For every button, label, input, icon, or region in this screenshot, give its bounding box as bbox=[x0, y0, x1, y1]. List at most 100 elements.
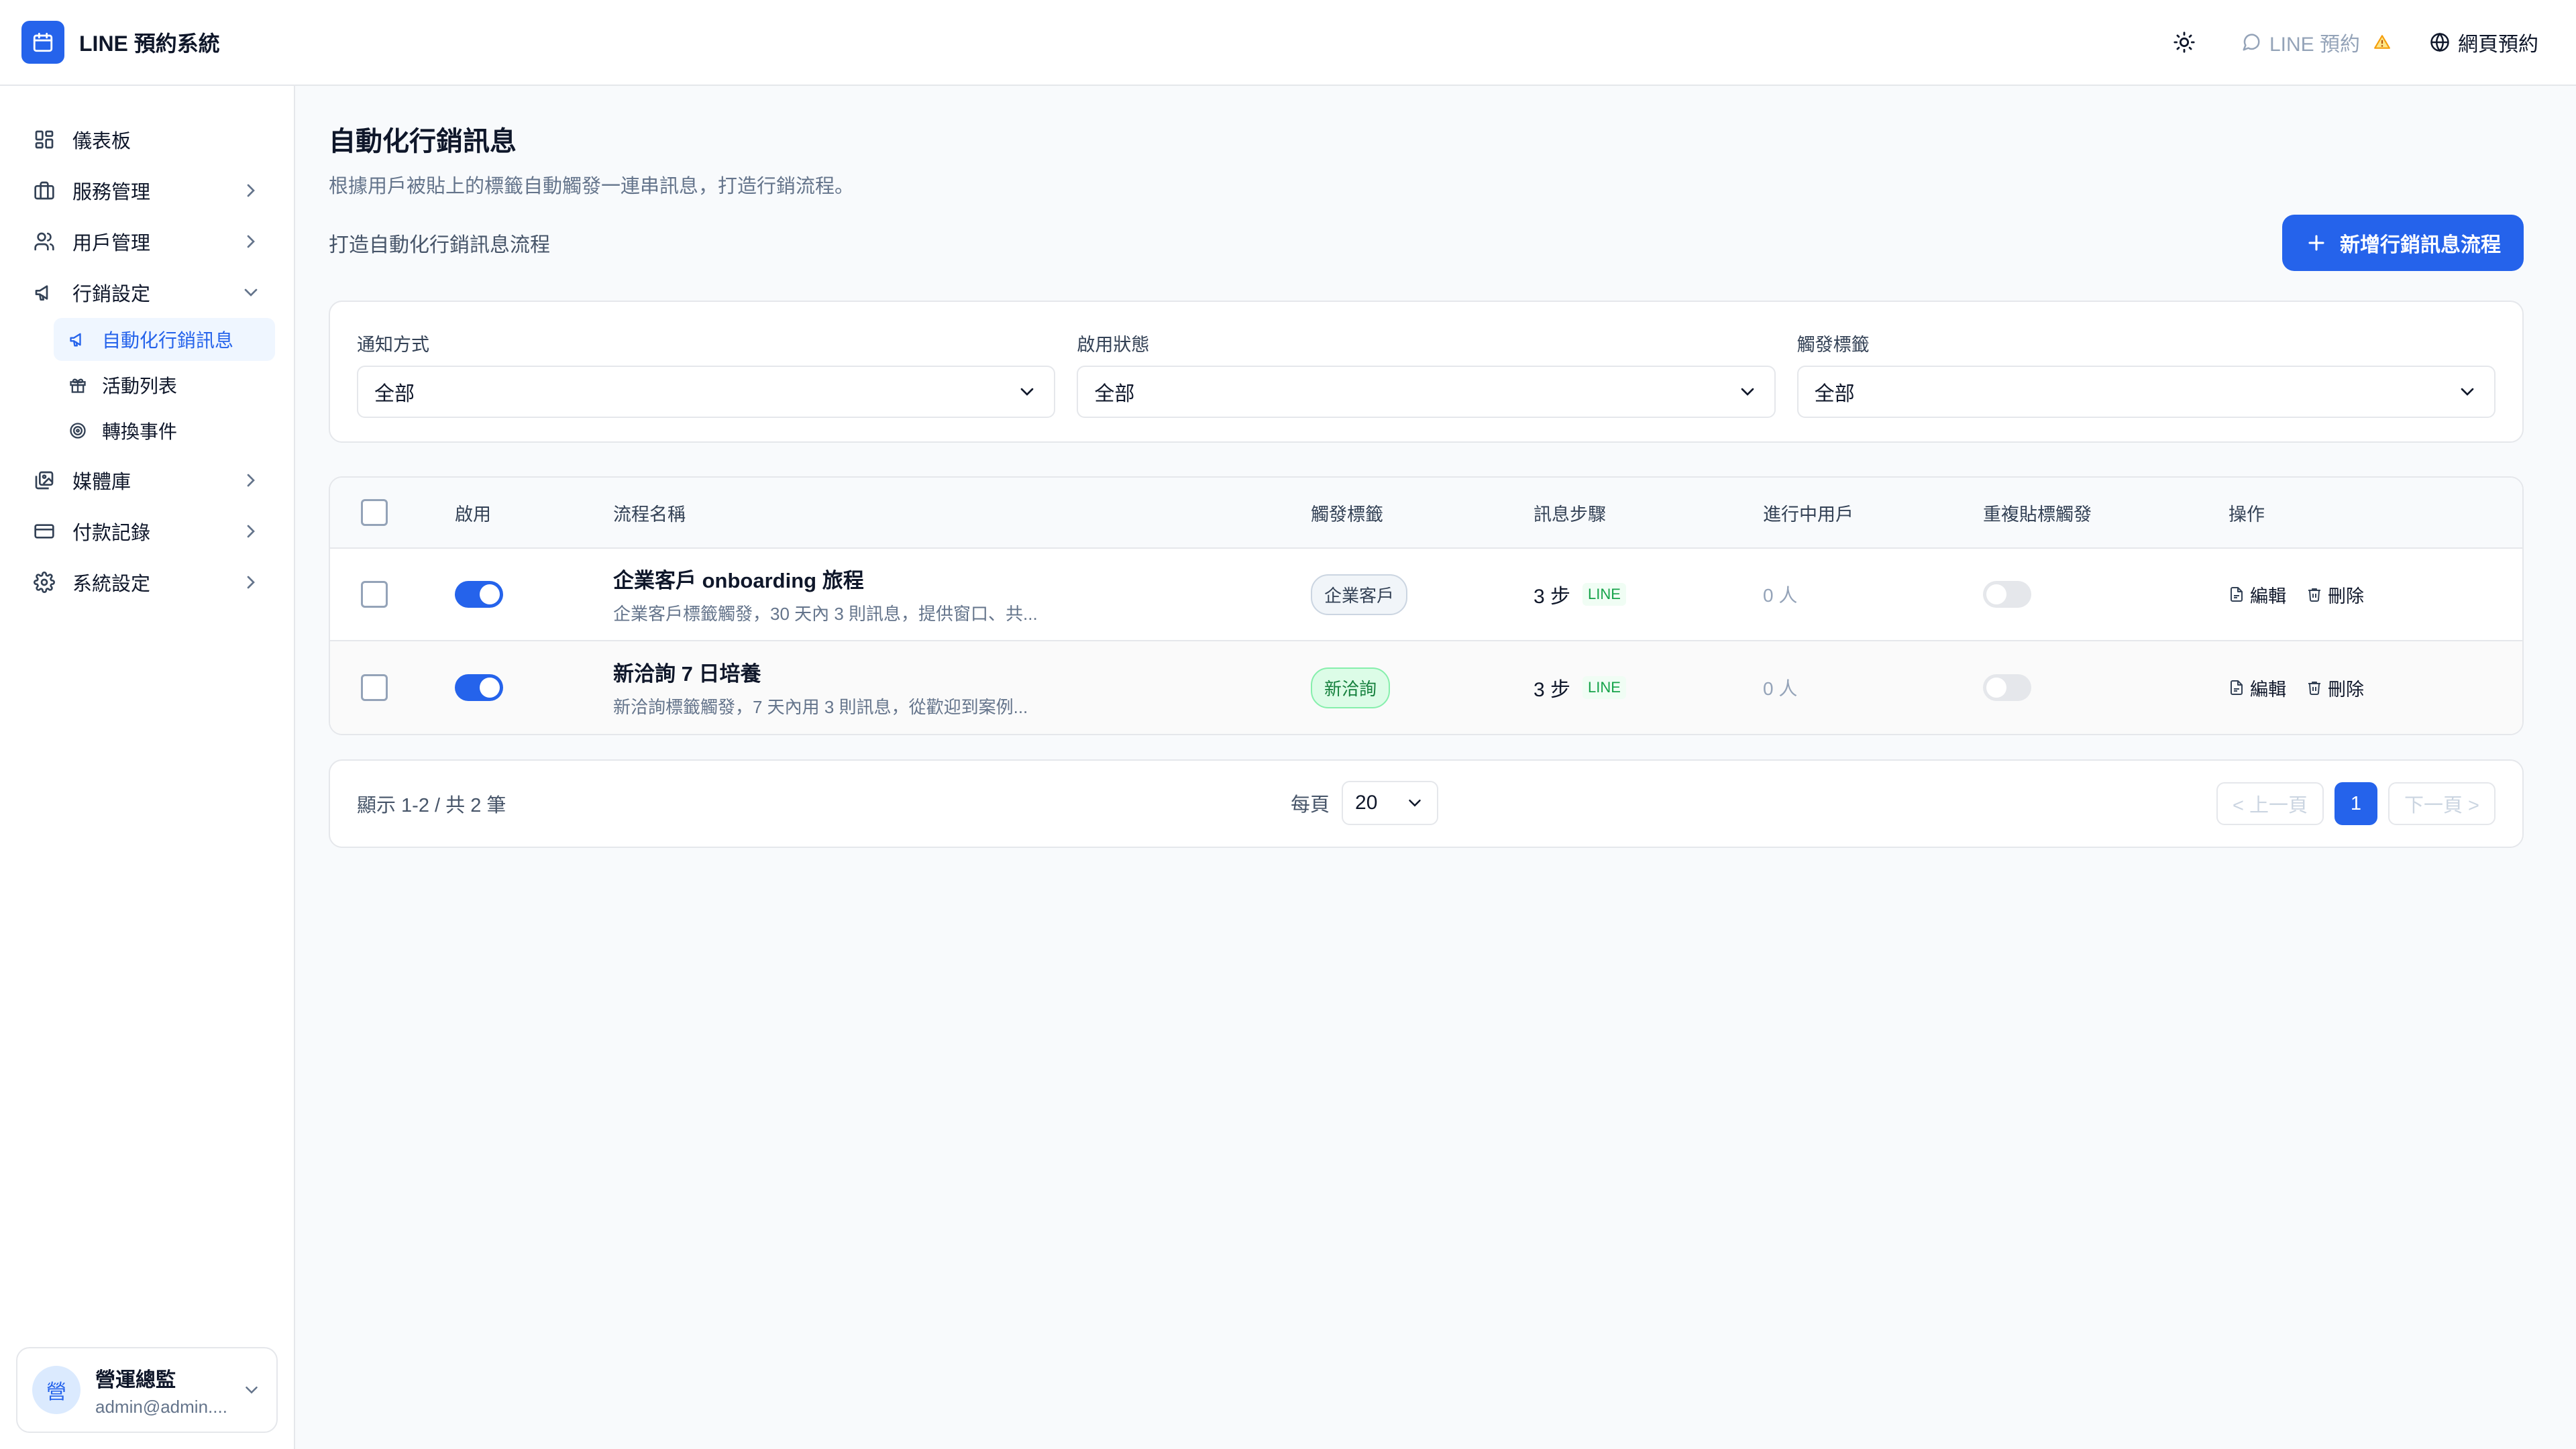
add-marketing-flow-button[interactable]: 新增行銷訊息流程 bbox=[2282, 215, 2524, 271]
target-icon bbox=[67, 420, 89, 441]
sidebar-item-marketing[interactable]: 行銷設定 bbox=[16, 267, 278, 318]
brand[interactable]: LINE 預約系統 bbox=[21, 21, 220, 64]
theme-toggle-button[interactable] bbox=[2173, 31, 2196, 54]
notify-method-select[interactable]: 全部 bbox=[357, 366, 1056, 418]
repeat-trigger-toggle[interactable] bbox=[1983, 674, 2031, 701]
sidebar-item-label: 行銷設定 bbox=[72, 284, 151, 305]
sidebar: 儀表板 服務管理 用戶管理 行銷設定 自動化行銷訊息 活動列表 轉換事件 媒體庫… bbox=[0, 86, 295, 1449]
page-subtitle: 根據用戶被貼上的標籤自動觸發一連串訊息，打造行銷流程。 bbox=[329, 176, 855, 197]
sidebar-item-label: 用戶管理 bbox=[72, 233, 151, 254]
edit-label: 編輯 bbox=[2250, 679, 2286, 700]
users-icon bbox=[32, 229, 56, 254]
dashboard-grid-icon bbox=[32, 127, 56, 152]
repeat-trigger-toggle[interactable] bbox=[1983, 581, 2031, 608]
flow-name[interactable]: 企業客戶 onboarding 旅程 bbox=[613, 564, 1311, 594]
page-number-button[interactable]: 1 bbox=[2334, 782, 2377, 825]
edit-button[interactable]: 編輯 bbox=[2229, 675, 2286, 701]
select-value: 全部 bbox=[374, 383, 415, 405]
sidebar-subitem-conversions[interactable]: 轉換事件 bbox=[54, 409, 275, 452]
flow-name[interactable]: 新洽詢 7 日培養 bbox=[613, 657, 1311, 687]
gift-icon bbox=[67, 374, 89, 396]
select-all-checkbox[interactable] bbox=[361, 499, 388, 526]
filter-label: 觸發標籤 bbox=[1796, 335, 1870, 355]
column-header: 進行中用戶 bbox=[1763, 504, 1854, 525]
plus-icon bbox=[2306, 233, 2326, 253]
prev-page-button[interactable]: < 上一頁 bbox=[2216, 782, 2324, 825]
row-checkbox[interactable] bbox=[361, 581, 388, 608]
user-menu[interactable]: 營 營運總監 admin@admin.... bbox=[16, 1347, 278, 1433]
top-header: LINE 預約系統 LINE 預約 網頁預約 bbox=[0, 0, 2576, 86]
sidebar-item-payments[interactable]: 付款記錄 bbox=[16, 506, 278, 557]
per-page-value: 20 bbox=[1355, 792, 1378, 814]
user-email: admin@admin.... bbox=[95, 1396, 227, 1417]
chevron-right-icon bbox=[240, 521, 262, 542]
megaphone-icon bbox=[32, 280, 56, 305]
page-buttons: < 上一頁 1 下一頁 > bbox=[2216, 782, 2496, 825]
flow-description: 新洽詢標籤觸發，7 天內用 3 則訊息，從歡迎到案例... bbox=[613, 697, 1028, 717]
sidebar-item-label: 系統設定 bbox=[72, 574, 151, 595]
toolbar-description: 打造自動化行銷訊息流程 bbox=[329, 234, 550, 256]
add-button-label: 新增行銷訊息流程 bbox=[2340, 234, 2501, 256]
line-booking-label: LINE 預約 bbox=[2269, 34, 2360, 56]
trigger-tag-badge: 新洽詢 bbox=[1311, 667, 1391, 708]
next-page-button[interactable]: 下一頁 > bbox=[2388, 782, 2496, 825]
main-content: 自動化行銷訊息 根據用戶被貼上的標籤自動觸發一連串訊息，打造行銷流程。 打造自動… bbox=[329, 86, 2524, 848]
web-booking-link[interactable]: 網頁預約 bbox=[2430, 28, 2538, 57]
per-page-select[interactable]: 20 bbox=[1342, 781, 1439, 825]
per-page-label: 每頁 bbox=[1291, 794, 1330, 816]
sidebar-subitem-label: 活動列表 bbox=[102, 376, 178, 396]
column-header: 啟用 bbox=[455, 504, 491, 525]
active-users-count: 0 人 bbox=[1763, 678, 1798, 699]
credit-card-icon bbox=[32, 519, 56, 543]
document-edit-icon bbox=[2229, 586, 2245, 602]
sidebar-item-media[interactable]: 媒體庫 bbox=[16, 455, 278, 506]
step-count: 3 步 bbox=[1534, 586, 1571, 608]
sidebar-subitem-campaigns[interactable]: 活動列表 bbox=[54, 364, 275, 407]
calendar-icon bbox=[21, 21, 64, 64]
table-row: 新洽詢 7 日培養 新洽詢標籤觸發，7 天內用 3 則訊息，從歡迎到案例... … bbox=[330, 641, 2522, 734]
filter-label: 啟用狀態 bbox=[1077, 335, 1150, 355]
edit-button[interactable]: 編輯 bbox=[2229, 582, 2286, 608]
flow-description: 企業客戶標籤觸發，30 天內 3 則訊息，提供窗口、共... bbox=[613, 604, 1038, 624]
sidebar-item-dashboard[interactable]: 儀表板 bbox=[16, 114, 278, 165]
enabled-toggle[interactable] bbox=[455, 581, 503, 608]
chevron-down-icon bbox=[240, 282, 262, 303]
chevron-right-icon bbox=[240, 180, 262, 201]
filter-status: 啟用狀態 全部 bbox=[1077, 302, 1776, 441]
select-value: 全部 bbox=[1094, 383, 1135, 405]
sidebar-item-label: 付款記錄 bbox=[72, 523, 151, 544]
sidebar-item-settings[interactable]: 系統設定 bbox=[16, 557, 278, 608]
delete-button[interactable]: 刪除 bbox=[2306, 582, 2364, 608]
document-edit-icon bbox=[2229, 680, 2245, 696]
sidebar-item-services[interactable]: 服務管理 bbox=[16, 165, 278, 216]
sidebar-subitem-auto-marketing[interactable]: 自動化行銷訊息 bbox=[54, 318, 275, 361]
trigger-tag-select[interactable]: 全部 bbox=[1796, 366, 2496, 418]
status-select[interactable]: 全部 bbox=[1077, 366, 1776, 418]
warning-icon bbox=[2373, 34, 2391, 51]
chevron-right-icon bbox=[240, 470, 262, 491]
step-count: 3 步 bbox=[1534, 679, 1571, 701]
globe-icon bbox=[2430, 32, 2450, 52]
column-header: 流程名稱 bbox=[613, 504, 686, 525]
line-booking-link[interactable]: LINE 預約 bbox=[2241, 28, 2391, 57]
pagination-bar: 顯示 1-2 / 共 2 筆 每頁 20 < 上一頁 1 下一頁 > bbox=[329, 759, 2524, 848]
flows-table: 啟用 流程名稱 觸發標籤 訊息步驟 進行中用戶 重複貼標觸發 操作 企業客戶 o… bbox=[329, 476, 2524, 735]
enabled-toggle[interactable] bbox=[455, 674, 503, 701]
chevron-down-icon bbox=[1016, 381, 1038, 402]
chevron-down-icon bbox=[1405, 793, 1425, 813]
delete-button[interactable]: 刪除 bbox=[2306, 675, 2364, 701]
filter-panel: 通知方式 全部 啟用狀態 全部 觸發標籤 全部 bbox=[329, 301, 2524, 443]
delete-label: 刪除 bbox=[2328, 679, 2364, 700]
trash-icon bbox=[2306, 680, 2322, 696]
trigger-tag-badge: 企業客戶 bbox=[1311, 574, 1408, 615]
per-page-control: 每頁 20 bbox=[1291, 781, 1439, 825]
row-checkbox[interactable] bbox=[361, 674, 388, 701]
chat-bubble-icon bbox=[2241, 32, 2261, 52]
filter-trigger-tag: 觸發標籤 全部 bbox=[1796, 302, 2496, 441]
sidebar-subitem-label: 轉換事件 bbox=[102, 421, 178, 442]
active-users-count: 0 人 bbox=[1763, 585, 1798, 606]
column-header: 觸發標籤 bbox=[1311, 504, 1383, 525]
sidebar-item-users[interactable]: 用戶管理 bbox=[16, 216, 278, 267]
gear-icon bbox=[32, 570, 56, 594]
table-row: 企業客戶 onboarding 旅程 企業客戶標籤觸發，30 天內 3 則訊息，… bbox=[330, 549, 2522, 641]
